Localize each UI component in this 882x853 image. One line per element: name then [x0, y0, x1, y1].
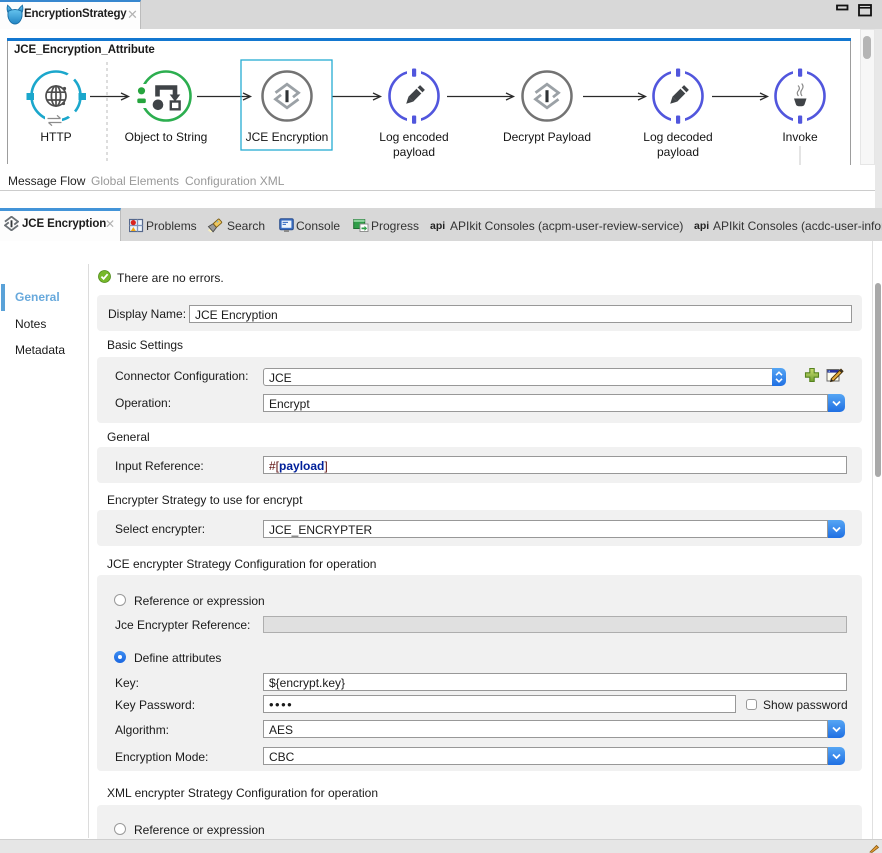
svg-text:payload: payload: [393, 145, 435, 159]
svg-text:Invoke: Invoke: [782, 130, 818, 144]
svg-text:Decrypt Payload: Decrypt Payload: [503, 130, 591, 144]
svg-text:Object to String: Object to String: [125, 130, 208, 144]
svg-text:JCE Encryption: JCE Encryption: [246, 130, 329, 144]
svg-text:HTTP: HTTP: [40, 130, 71, 144]
svg-text:Log encoded: Log encoded: [379, 130, 448, 144]
svg-text:payload: payload: [657, 145, 699, 159]
svg-text:Log decoded: Log decoded: [643, 130, 712, 144]
